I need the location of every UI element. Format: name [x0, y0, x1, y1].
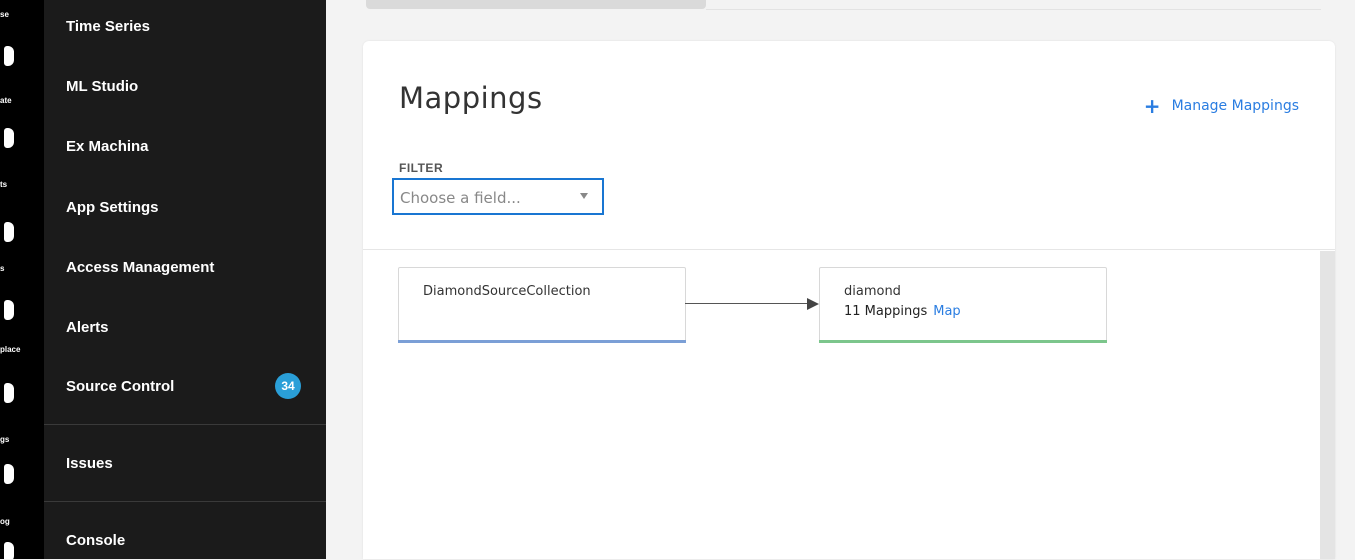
sidebar-item-label: Console: [66, 531, 126, 549]
sidebar-item-label: Source Control: [66, 377, 175, 395]
filter-field-select[interactable]: Choose a field...: [392, 178, 604, 215]
top-panel-stub: [366, 0, 706, 9]
sidebar-item-alerts[interactable]: Alerts: [44, 307, 326, 347]
plus-icon: +: [1143, 94, 1161, 118]
sidebar-item-app-settings[interactable]: App Settings: [44, 187, 326, 227]
rail-app-icon[interactable]: [4, 222, 14, 242]
sidebar-item-label: Access Management: [66, 258, 215, 276]
rail-label: place: [0, 345, 21, 354]
sidebar-item-label: ML Studio: [66, 77, 139, 95]
rail-label: s: [0, 264, 5, 273]
rail-app-icon[interactable]: [4, 464, 14, 484]
sidebar-item-label: Ex Machina: [66, 137, 149, 155]
rail-label: ts: [0, 180, 8, 189]
sidebar-divider: [44, 424, 326, 425]
sidebar-item-source-control[interactable]: Source Control 34: [44, 366, 326, 406]
rail-app-icon[interactable]: [4, 542, 14, 559]
notification-badge: 34: [275, 373, 301, 399]
mapping-edge: [685, 303, 807, 304]
sidebar-item-ml-studio[interactable]: ML Studio: [44, 66, 326, 106]
rail-app-icon[interactable]: [4, 128, 14, 148]
sidebar-item-label: App Settings: [66, 198, 159, 216]
sidebar-item-console[interactable]: Console: [44, 520, 326, 560]
rail-app-icon[interactable]: [4, 383, 14, 403]
target-node-title: diamond: [844, 284, 901, 299]
card-divider: [363, 249, 1335, 250]
rail-label: se: [0, 10, 9, 19]
target-node[interactable]: diamond 11 Mappings Map: [819, 267, 1107, 343]
map-link[interactable]: Map: [933, 304, 960, 319]
rail-label: ate: [0, 96, 12, 105]
rail-app-icon[interactable]: [4, 46, 14, 66]
manage-mappings-button[interactable]: + Manage Mappings: [1143, 94, 1299, 118]
filter-placeholder: Choose a field...: [400, 189, 521, 207]
sidebar-item-label: Issues: [66, 454, 113, 472]
chevron-down-icon: [580, 193, 588, 199]
sidebar-item-label: Time Series: [66, 17, 150, 35]
target-node-info: 11 Mappings Map: [844, 304, 961, 319]
sidebar-item-time-series[interactable]: Time Series: [44, 6, 326, 46]
sidebar-item-label: Alerts: [66, 318, 109, 336]
icon-rail: se ate ts s place gs og: [0, 0, 44, 559]
canvas-scrollbar[interactable]: [1320, 251, 1335, 559]
rail-app-icon[interactable]: [4, 300, 14, 320]
mappings-count: 11 Mappings: [844, 304, 928, 319]
manage-mappings-label: Manage Mappings: [1171, 98, 1299, 114]
sidebar-item-ex-machina[interactable]: Ex Machina: [44, 126, 326, 166]
source-node-title: DiamondSourceCollection: [423, 284, 591, 299]
top-divider: [706, 9, 1321, 10]
sidebar-item-issues[interactable]: Issues: [44, 443, 326, 483]
rail-label: gs: [0, 435, 10, 444]
source-node-bar: [398, 340, 686, 343]
filter-label: FILTER: [399, 161, 444, 175]
rail-label: og: [0, 517, 10, 526]
page-title: Mappings: [399, 81, 543, 115]
source-node[interactable]: DiamondSourceCollection: [398, 267, 686, 343]
sidebar-menu: Time Series ML Studio Ex Machina App Set…: [44, 0, 326, 559]
arrow-right-icon: [807, 298, 819, 310]
target-node-bar: [819, 340, 1107, 343]
sidebar-item-access-management[interactable]: Access Management: [44, 247, 326, 287]
sidebar-divider: [44, 501, 326, 502]
